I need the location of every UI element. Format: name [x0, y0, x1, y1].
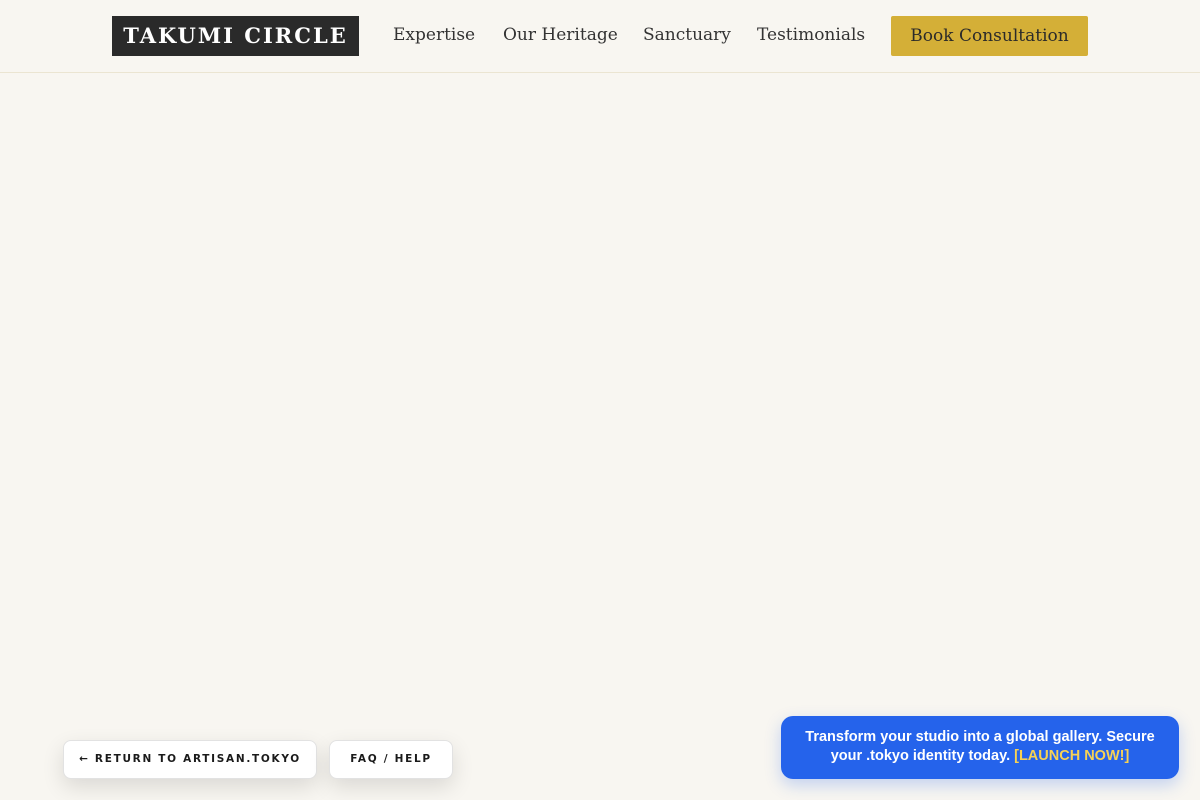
- book-consultation-button[interactable]: Book Consultation: [891, 16, 1088, 56]
- site-header: TAKUMI CIRCLE Expertise Our Heritage San…: [0, 0, 1200, 73]
- promo-banner[interactable]: Transform your studio into a global gall…: [781, 716, 1179, 779]
- nav-link-expertise[interactable]: Expertise: [393, 24, 475, 46]
- nav-link-sanctuary[interactable]: Sanctuary: [643, 24, 731, 46]
- nav-link-our-heritage[interactable]: Our Heritage: [503, 24, 618, 46]
- site-logo[interactable]: TAKUMI CIRCLE: [112, 16, 359, 56]
- faq-help-button[interactable]: FAQ / HELP: [329, 740, 453, 779]
- return-to-artisan-button[interactable]: ← RETURN TO ARTISAN.TOKYO: [63, 740, 317, 779]
- nav-link-testimonials[interactable]: Testimonials: [757, 24, 865, 46]
- launch-now-link[interactable]: [LAUNCH NOW!]: [1014, 748, 1129, 764]
